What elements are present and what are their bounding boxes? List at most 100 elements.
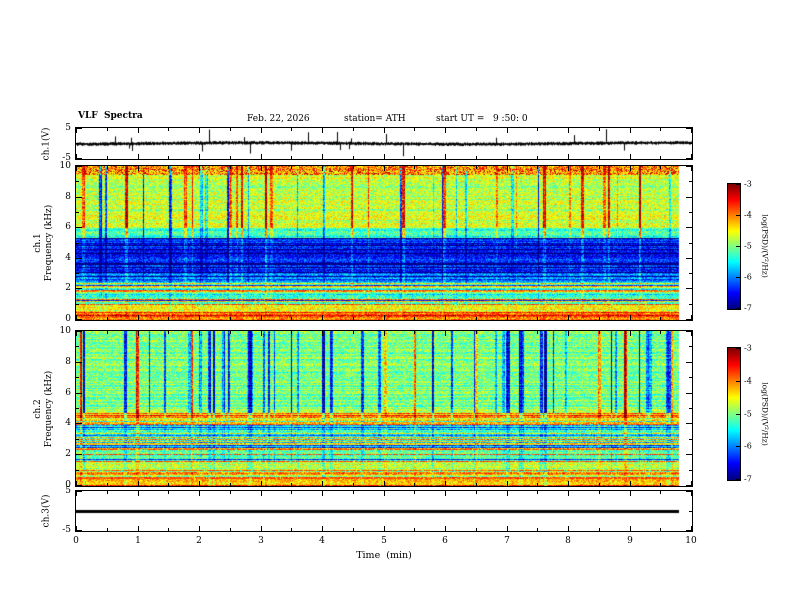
y-tick-label: 6 xyxy=(65,388,71,398)
axis-tick xyxy=(291,491,292,494)
axis-tick xyxy=(322,491,323,496)
axis-tick xyxy=(686,491,692,492)
axis-tick xyxy=(107,483,108,486)
x-tick-label: 8 xyxy=(565,536,571,546)
axis-tick xyxy=(168,483,169,486)
y-tick-label: 4 xyxy=(65,253,71,263)
axis-tick xyxy=(568,481,569,486)
axis-tick xyxy=(138,154,139,159)
axis-tick xyxy=(291,317,292,320)
axis-tick xyxy=(630,315,631,320)
axis-tick xyxy=(568,128,569,133)
axis-tick xyxy=(507,481,508,486)
y-tick-label: 8 xyxy=(65,357,71,367)
axis-tick xyxy=(168,331,169,334)
x-tick-label: 1 xyxy=(135,536,141,546)
axis-tick xyxy=(107,528,108,531)
axis-tick xyxy=(507,154,508,159)
axis-tick xyxy=(107,128,108,131)
axis-tick xyxy=(353,491,354,494)
axis-tick xyxy=(384,154,385,159)
axis-tick xyxy=(138,331,139,336)
colorbar-ch1-label: log(PSD)/(V²/Hz) xyxy=(760,214,770,278)
colorbar-tick-label: -5 xyxy=(744,241,752,251)
axis-tick xyxy=(736,308,740,309)
axis-tick xyxy=(353,331,354,334)
axis-tick xyxy=(445,315,446,320)
header-start-ut: start UT = 9 :50: 0 xyxy=(436,114,528,124)
axis-tick xyxy=(168,317,169,320)
axis-tick xyxy=(537,528,538,531)
axis-tick xyxy=(353,128,354,131)
axis-tick xyxy=(568,154,569,159)
axis-tick xyxy=(537,491,538,494)
axis-tick xyxy=(507,491,508,496)
axis-tick xyxy=(76,331,82,332)
y-tick-label: 5 xyxy=(65,123,71,133)
colorbar-tick-label: -5 xyxy=(744,409,752,419)
axis-tick xyxy=(568,331,569,336)
axis-tick xyxy=(414,331,415,334)
axis-tick xyxy=(686,485,692,486)
axis-tick xyxy=(76,288,82,289)
ch1-spectrogram-panel xyxy=(75,165,693,321)
axis-tick xyxy=(138,166,139,171)
colorbar-tick-label: -3 xyxy=(744,343,752,353)
axis-tick xyxy=(445,166,446,171)
axis-tick xyxy=(76,197,82,198)
axis-tick xyxy=(414,166,415,169)
axis-tick xyxy=(476,166,477,169)
axis-tick xyxy=(686,362,692,363)
axis-tick xyxy=(568,166,569,171)
axis-tick xyxy=(107,491,108,494)
axis-tick xyxy=(660,483,661,486)
axis-tick xyxy=(568,526,569,531)
axis-tick xyxy=(261,331,262,336)
axis-tick xyxy=(76,362,82,363)
ch3-voltage-ylabel: ch.3(V) xyxy=(41,494,52,528)
axis-tick xyxy=(476,483,477,486)
axis-tick xyxy=(736,277,740,278)
axis-tick xyxy=(199,128,200,133)
axis-tick xyxy=(76,128,82,129)
colorbar-tick-label: -6 xyxy=(744,272,752,282)
axis-tick xyxy=(414,491,415,494)
axis-tick xyxy=(168,491,169,494)
axis-tick xyxy=(507,315,508,320)
axis-tick xyxy=(445,526,446,531)
axis-tick xyxy=(168,156,169,159)
vlf-spectra-figure: VLF Spectra Feb. 22, 2026 station= ATH s… xyxy=(0,0,792,612)
axis-tick xyxy=(689,439,692,440)
axis-tick xyxy=(445,331,446,336)
axis-tick xyxy=(736,479,740,480)
x-tick-label: 6 xyxy=(442,536,448,546)
axis-tick xyxy=(291,166,292,169)
axis-tick xyxy=(76,393,82,394)
axis-tick xyxy=(168,128,169,131)
axis-tick xyxy=(630,526,631,531)
axis-tick xyxy=(736,184,740,185)
axis-tick xyxy=(230,156,231,159)
axis-tick xyxy=(568,315,569,320)
axis-tick xyxy=(689,346,692,347)
axis-tick xyxy=(568,491,569,496)
axis-tick xyxy=(414,528,415,531)
y-tick-label: 5 xyxy=(65,486,71,496)
axis-tick xyxy=(686,319,692,320)
axis-tick xyxy=(689,470,692,471)
axis-tick xyxy=(76,273,79,274)
axis-tick xyxy=(384,491,385,496)
axis-tick xyxy=(445,491,446,496)
colorbar-tick-label: -6 xyxy=(744,441,752,451)
axis-tick xyxy=(736,348,740,349)
y-tick-label: 6 xyxy=(65,222,71,232)
axis-tick xyxy=(353,528,354,531)
axis-tick xyxy=(76,227,82,228)
axis-tick xyxy=(686,454,692,455)
axis-tick xyxy=(599,317,600,320)
axis-tick xyxy=(476,156,477,159)
axis-tick xyxy=(76,143,79,144)
axis-tick xyxy=(686,530,692,531)
axis-tick xyxy=(689,304,692,305)
axis-tick xyxy=(537,317,538,320)
